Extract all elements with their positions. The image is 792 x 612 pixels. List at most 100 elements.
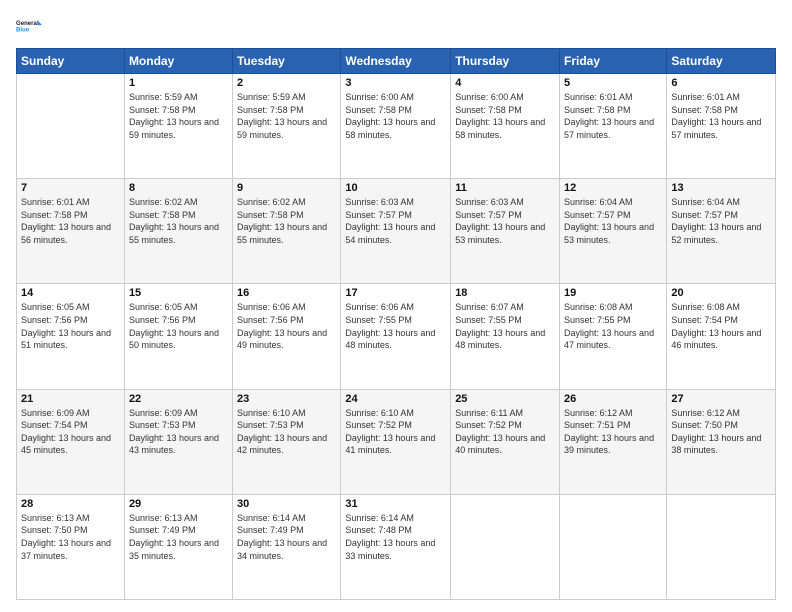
day-info: Sunrise: 6:07 AMSunset: 7:55 PMDaylight:… [455,301,555,351]
day-info: Sunrise: 6:00 AMSunset: 7:58 PMDaylight:… [455,91,555,141]
day-info: Sunrise: 6:09 AMSunset: 7:54 PMDaylight:… [21,407,120,457]
calendar-cell: 20 Sunrise: 6:08 AMSunset: 7:54 PMDayligh… [667,284,776,389]
day-number: 13 [671,182,771,194]
day-number: 15 [129,287,228,299]
weekday-header-tuesday: Tuesday [233,49,341,74]
calendar-cell: 6 Sunrise: 6:01 AMSunset: 7:58 PMDaylight… [667,74,776,179]
logo-icon: GeneralBlue [16,12,44,40]
calendar-cell: 2 Sunrise: 5:59 AMSunset: 7:58 PMDaylight… [233,74,341,179]
day-number: 22 [129,393,228,405]
day-number: 12 [564,182,662,194]
day-number: 4 [455,77,555,89]
day-number: 23 [237,393,336,405]
day-info: Sunrise: 6:03 AMSunset: 7:57 PMDaylight:… [455,196,555,246]
weekday-header-wednesday: Wednesday [341,49,451,74]
calendar-cell: 21 Sunrise: 6:09 AMSunset: 7:54 PMDayligh… [17,389,125,494]
calendar-cell: 8 Sunrise: 6:02 AMSunset: 7:58 PMDaylight… [124,179,232,284]
day-number: 8 [129,182,228,194]
day-number: 28 [21,498,120,510]
svg-text:Blue: Blue [16,28,30,34]
day-number: 19 [564,287,662,299]
calendar-cell: 5 Sunrise: 6:01 AMSunset: 7:58 PMDaylight… [560,74,667,179]
day-number: 7 [21,182,120,194]
day-info: Sunrise: 6:12 AMSunset: 7:51 PMDaylight:… [564,407,662,457]
week-row-4: 21 Sunrise: 6:09 AMSunset: 7:54 PMDayligh… [17,389,776,494]
day-number: 31 [345,498,446,510]
calendar-body: 1 Sunrise: 5:59 AMSunset: 7:58 PMDaylight… [17,74,776,600]
day-info: Sunrise: 6:12 AMSunset: 7:50 PMDaylight:… [671,407,771,457]
calendar-cell: 19Sunrise: 6:08 AMSunset: 7:55 PMDayligh… [560,284,667,389]
calendar-cell: 10 Sunrise: 6:03 AMSunset: 7:57 PMDayligh… [341,179,451,284]
logo: GeneralBlue [16,12,44,40]
calendar-cell: 13Sunrise: 6:04 AMSunset: 7:57 PMDayligh… [667,179,776,284]
day-info: Sunrise: 6:02 AMSunset: 7:58 PMDaylight:… [237,196,336,246]
day-info: Sunrise: 6:14 AMSunset: 7:48 PMDaylight:… [345,512,446,562]
day-number: 18 [455,287,555,299]
calendar-cell: 23 Sunrise: 6:10 AMSunset: 7:53 PMDayligh… [233,389,341,494]
weekday-header-row: SundayMondayTuesdayWednesdayThursdayFrid… [17,49,776,74]
day-number: 21 [21,393,120,405]
day-info: Sunrise: 6:08 AMSunset: 7:54 PMDaylight:… [671,301,771,351]
day-number: 26 [564,393,662,405]
calendar-cell [451,494,560,599]
day-info: Sunrise: 6:06 AMSunset: 7:55 PMDaylight:… [345,301,446,351]
day-info: Sunrise: 6:02 AMSunset: 7:58 PMDaylight:… [129,196,228,246]
day-info: Sunrise: 6:01 AMSunset: 7:58 PMDaylight:… [564,91,662,141]
calendar-cell: 3 Sunrise: 6:00 AMSunset: 7:58 PMDaylight… [341,74,451,179]
day-info: Sunrise: 6:09 AMSunset: 7:53 PMDaylight:… [129,407,228,457]
week-row-1: 1 Sunrise: 5:59 AMSunset: 7:58 PMDaylight… [17,74,776,179]
calendar-cell: 17Sunrise: 6:06 AMSunset: 7:55 PMDayligh… [341,284,451,389]
day-number: 3 [345,77,446,89]
day-info: Sunrise: 5:59 AMSunset: 7:58 PMDaylight:… [237,91,336,141]
day-info: Sunrise: 6:10 AMSunset: 7:52 PMDaylight:… [345,407,446,457]
weekday-header-sunday: Sunday [17,49,125,74]
day-info: Sunrise: 6:04 AMSunset: 7:57 PMDaylight:… [564,196,662,246]
day-info: Sunrise: 6:05 AMSunset: 7:56 PMDaylight:… [129,301,228,351]
day-number: 2 [237,77,336,89]
weekday-header-thursday: Thursday [451,49,560,74]
week-row-3: 14 Sunrise: 6:05 AMSunset: 7:56 PMDayligh… [17,284,776,389]
day-info: Sunrise: 6:03 AMSunset: 7:57 PMDaylight:… [345,196,446,246]
calendar-cell [560,494,667,599]
calendar-cell: 29 Sunrise: 6:13 AMSunset: 7:49 PMDayligh… [124,494,232,599]
day-number: 29 [129,498,228,510]
day-number: 1 [129,77,228,89]
day-info: Sunrise: 6:13 AMSunset: 7:49 PMDaylight:… [129,512,228,562]
calendar-cell: 22 Sunrise: 6:09 AMSunset: 7:53 PMDayligh… [124,389,232,494]
weekday-header-friday: Friday [560,49,667,74]
calendar-cell: 18 Sunrise: 6:07 AMSunset: 7:55 PMDayligh… [451,284,560,389]
calendar-cell: 1 Sunrise: 5:59 AMSunset: 7:58 PMDaylight… [124,74,232,179]
day-number: 6 [671,77,771,89]
day-info: Sunrise: 6:14 AMSunset: 7:49 PMDaylight:… [237,512,336,562]
calendar-cell: 30 Sunrise: 6:14 AMSunset: 7:49 PMDayligh… [233,494,341,599]
weekday-header-monday: Monday [124,49,232,74]
day-number: 5 [564,77,662,89]
calendar-cell: 28Sunrise: 6:13 AMSunset: 7:50 PMDayligh… [17,494,125,599]
calendar-cell: 16Sunrise: 6:06 AMSunset: 7:56 PMDayligh… [233,284,341,389]
svg-text:General: General [16,21,39,27]
calendar-cell: 14 Sunrise: 6:05 AMSunset: 7:56 PMDayligh… [17,284,125,389]
day-number: 30 [237,498,336,510]
calendar-cell: 27Sunrise: 6:12 AMSunset: 7:50 PMDayligh… [667,389,776,494]
calendar-cell [17,74,125,179]
day-number: 14 [21,287,120,299]
day-number: 20 [671,287,771,299]
day-info: Sunrise: 6:01 AMSunset: 7:58 PMDaylight:… [671,91,771,141]
day-info: Sunrise: 6:01 AMSunset: 7:58 PMDaylight:… [21,196,120,246]
day-number: 16 [237,287,336,299]
day-info: Sunrise: 6:05 AMSunset: 7:56 PMDaylight:… [21,301,120,351]
header: GeneralBlue [16,12,776,40]
calendar-cell: 7 Sunrise: 6:01 AMSunset: 7:58 PMDaylight… [17,179,125,284]
calendar-cell [667,494,776,599]
calendar-cell: 11 Sunrise: 6:03 AMSunset: 7:57 PMDayligh… [451,179,560,284]
calendar-cell: 31 Sunrise: 6:14 AMSunset: 7:48 PMDayligh… [341,494,451,599]
day-info: Sunrise: 5:59 AMSunset: 7:58 PMDaylight:… [129,91,228,141]
calendar-table: SundayMondayTuesdayWednesdayThursdayFrid… [16,48,776,600]
weekday-header-saturday: Saturday [667,49,776,74]
day-number: 11 [455,182,555,194]
day-info: Sunrise: 6:00 AMSunset: 7:58 PMDaylight:… [345,91,446,141]
day-number: 24 [345,393,446,405]
day-number: 10 [345,182,446,194]
calendar-page: GeneralBlue SundayMondayTuesdayWednesday… [0,0,792,612]
day-info: Sunrise: 6:10 AMSunset: 7:53 PMDaylight:… [237,407,336,457]
